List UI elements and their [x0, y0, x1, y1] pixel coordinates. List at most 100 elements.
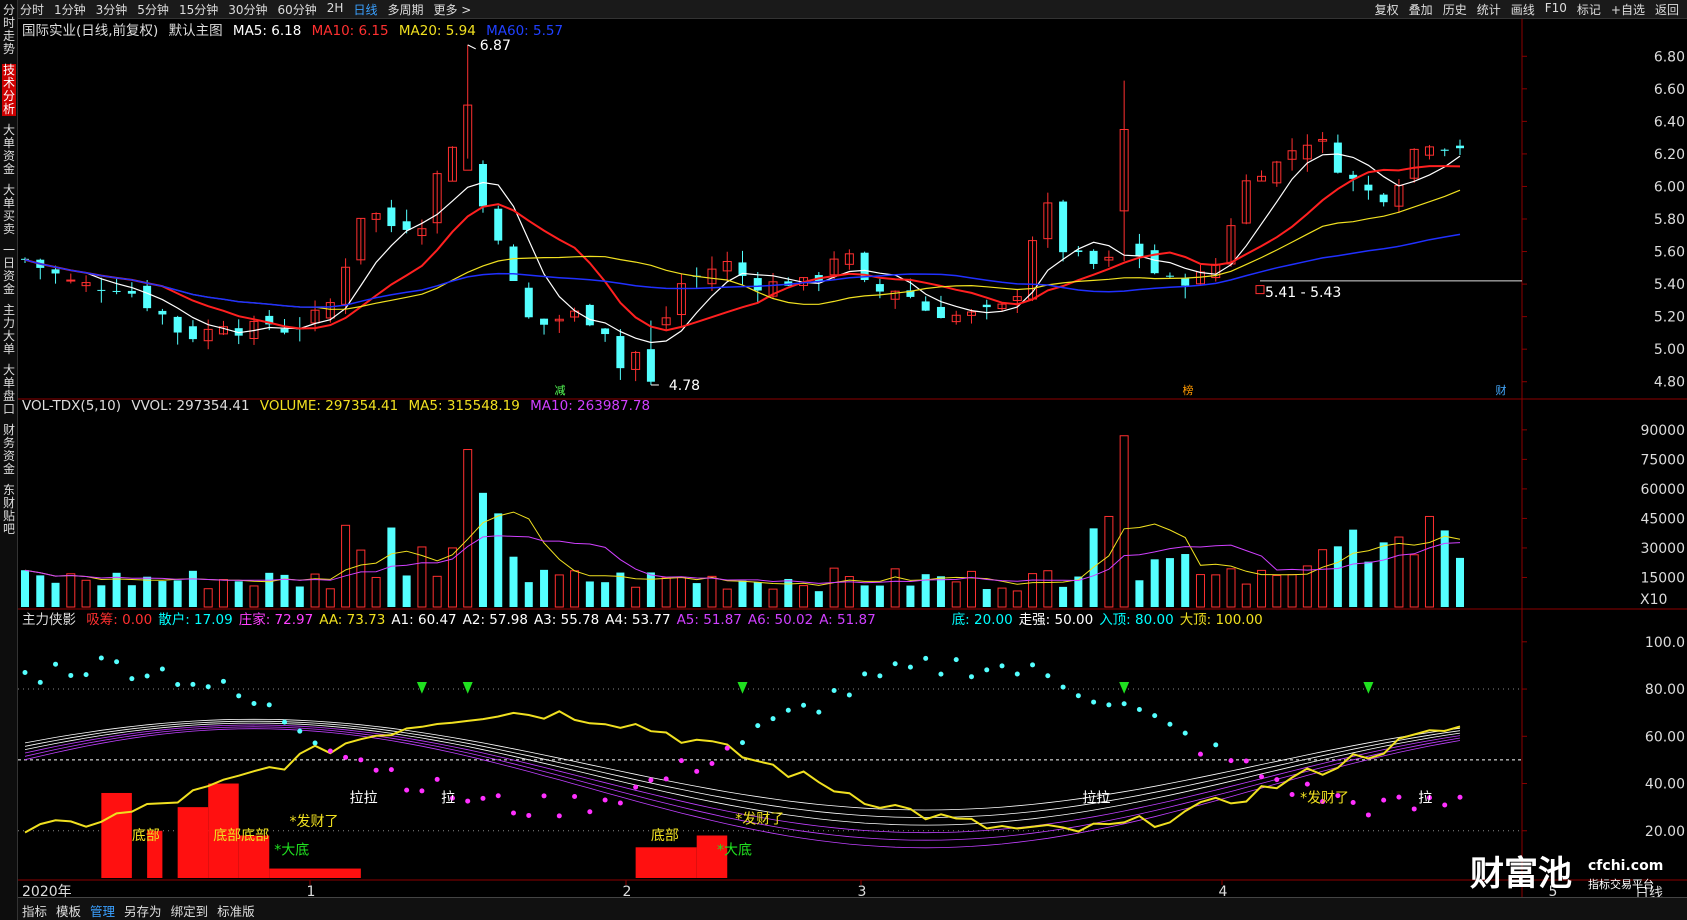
volume-bar	[1211, 574, 1221, 608]
volume-bar	[1379, 542, 1388, 607]
signal-dot	[282, 719, 288, 725]
signal-dot	[83, 672, 89, 678]
signal-dot	[1243, 758, 1249, 764]
volume-bar	[707, 575, 717, 608]
candle-body	[1364, 184, 1373, 191]
candle-body	[494, 208, 503, 241]
signal-dot	[343, 754, 349, 760]
volume-bar	[249, 585, 259, 608]
signal-dot	[419, 788, 425, 794]
candle-body	[127, 290, 136, 294]
stock-chart-canvas[interactable]: 6.80 6.60 6.40 6.20 6.00 5.80 5.60 5.40 5.20 5.00…	[0, 0, 1687, 920]
volume-bar	[753, 582, 762, 607]
signal-dot	[587, 809, 593, 815]
signal-dot	[770, 716, 776, 722]
signal-triangle	[1363, 681, 1374, 694]
volume-bar	[173, 580, 182, 607]
volume-bar	[844, 576, 854, 608]
signal-dot	[266, 702, 272, 708]
volume-bar	[36, 575, 45, 607]
vol-tick-label: 45000	[1640, 511, 1685, 527]
volume-bar	[646, 572, 655, 607]
signal-dot	[1442, 802, 1448, 808]
volume-bar	[540, 569, 549, 607]
signal-dot	[694, 768, 700, 774]
signal-dot	[205, 684, 211, 690]
volume-bar	[982, 589, 991, 607]
volume-bar	[371, 576, 381, 608]
vol-tick-label: 30000	[1640, 541, 1685, 557]
volume-bar	[1104, 515, 1114, 608]
candle-body	[173, 316, 182, 333]
label-lala-2: 拉拉	[1082, 790, 1110, 806]
volume-bar	[554, 574, 564, 608]
signal-dot	[434, 776, 440, 782]
candle-body	[540, 318, 549, 325]
signal-dot	[1030, 662, 1036, 668]
candle-body	[1333, 142, 1342, 173]
candle-body	[158, 310, 167, 315]
signal-dot	[297, 728, 303, 734]
signal-dot	[602, 797, 608, 803]
ind-tick-label: 60.00	[1645, 729, 1685, 745]
accumulation-bar	[177, 807, 209, 878]
volume-bar	[1287, 574, 1297, 608]
signal-dot	[556, 813, 562, 819]
candle-body	[51, 269, 60, 274]
volume-bar	[1195, 574, 1205, 608]
candle-body	[982, 304, 991, 308]
signal-dot	[1167, 721, 1173, 727]
label-bottom-2: 底部	[651, 828, 679, 844]
ma20-line	[24, 189, 1461, 310]
ind-tick-label: 20.00	[1645, 824, 1685, 840]
signal-dot	[1182, 730, 1188, 736]
signal-dot	[480, 795, 486, 801]
signal-dot	[495, 793, 501, 799]
bottom-button-3[interactable]: 另存为	[124, 901, 162, 920]
volume-bar	[722, 588, 732, 608]
bottom-button-0[interactable]: 指标	[22, 901, 47, 920]
signal-dot	[236, 693, 242, 699]
bottom-button-2[interactable]: 管理	[90, 901, 115, 920]
watermark-tagline: 指标交易平台	[1588, 877, 1654, 891]
ind-tick-label: 40.00	[1645, 777, 1685, 793]
bottom-button-4[interactable]: 绑定到	[171, 901, 209, 920]
signal-dot	[740, 740, 745, 746]
volume-bar	[1028, 573, 1038, 608]
signal-dot	[1075, 693, 1081, 699]
candle-body	[646, 349, 655, 382]
label-lala: 拉拉	[350, 790, 378, 806]
signal-dot	[1121, 701, 1127, 707]
candle-body	[1059, 201, 1068, 253]
candle-body	[1456, 145, 1464, 149]
signal-dot	[1228, 758, 1234, 764]
signal-dot	[511, 810, 517, 816]
vol-ma10-line	[24, 535, 1461, 584]
volume-bar	[829, 567, 839, 608]
signal-dot	[1014, 671, 1020, 677]
bottom-button-5[interactable]: 标准版	[217, 901, 255, 920]
volume-bar	[676, 576, 686, 608]
signal-dot	[1289, 791, 1295, 797]
signal-dot	[1136, 706, 1142, 712]
volume-bar	[814, 591, 823, 607]
volume-bar	[616, 572, 625, 607]
volume-bar	[1333, 546, 1342, 607]
candle-body	[1181, 278, 1190, 286]
volume-bar	[1135, 580, 1144, 607]
price-tick-label: 6.40	[1654, 114, 1685, 130]
label-dadi-2: *大底	[717, 842, 752, 858]
ribbon-line	[24, 720, 1461, 818]
volume-bar	[1181, 554, 1190, 607]
label-la: 拉	[441, 790, 455, 806]
signal-dot	[1396, 794, 1402, 800]
volume-bar	[203, 588, 213, 608]
bottom-button-1[interactable]: 模板	[56, 901, 81, 920]
volume-bar	[890, 568, 900, 608]
volume-bar	[524, 582, 533, 607]
signal-dot	[251, 701, 257, 707]
volume-bar	[966, 570, 976, 608]
volume-bar	[341, 524, 351, 608]
signal-dot	[953, 657, 959, 663]
signal-dot	[190, 681, 196, 687]
